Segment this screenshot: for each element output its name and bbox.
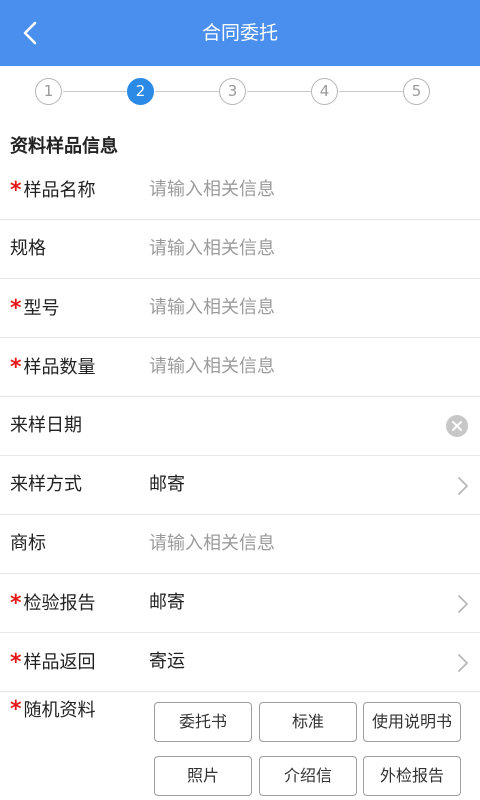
required-marker: * (10, 178, 22, 203)
step-connector (339, 91, 403, 92)
required-marker: * (10, 355, 22, 380)
field-label: * 检验报告 (10, 591, 96, 616)
spec-row: 规格 请输入相关信息 (0, 220, 480, 279)
field-label: * 样品数量 (10, 355, 96, 380)
spec-input[interactable]: 请输入相关信息 (149, 220, 275, 278)
step-4[interactable]: 4 (311, 78, 338, 105)
close-icon (452, 421, 462, 431)
field-label: * 样品名称 (10, 178, 96, 203)
field-label: 来样日期 (10, 415, 82, 436)
sample-return-row[interactable]: * 样品返回 寄运 (0, 633, 480, 692)
trademark-row: 商标 请输入相关信息 (0, 515, 480, 574)
arrival-date-row[interactable]: 来样日期 (0, 397, 480, 456)
attachment-option[interactable]: 使用说明书 (363, 702, 461, 742)
required-marker: * (10, 697, 22, 722)
field-label: 来样方式 (10, 474, 82, 495)
chevron-right-icon (458, 477, 468, 495)
step-1[interactable]: 1 (35, 78, 62, 105)
attachments-row: * 随机资料 委托书 标准 使用说明书 照片 介绍信 外检报告 (0, 690, 480, 800)
attachment-option[interactable]: 外检报告 (363, 756, 461, 796)
sample-return-select[interactable]: 寄运 (149, 633, 185, 691)
title-bar: 合同委托 (0, 0, 480, 66)
step-5[interactable]: 5 (403, 78, 430, 105)
section-title: 资料样品信息 (10, 136, 118, 157)
required-marker: * (10, 296, 22, 321)
arrival-method-row[interactable]: 来样方式 邮寄 (0, 456, 480, 515)
sample-quantity-row: * 样品数量 请输入相关信息 (0, 338, 480, 397)
field-label: * 随机资料 (10, 697, 96, 722)
arrival-method-select[interactable]: 邮寄 (149, 456, 185, 514)
sample-name-input[interactable]: 请输入相关信息 (149, 161, 275, 219)
clear-icon[interactable] (446, 415, 468, 437)
inspection-report-select[interactable]: 邮寄 (149, 574, 185, 632)
step-connector (247, 91, 311, 92)
step-2[interactable]: 2 (127, 78, 154, 105)
attachment-option[interactable]: 介绍信 (259, 756, 357, 796)
attachment-option[interactable]: 照片 (154, 756, 252, 796)
trademark-input[interactable]: 请输入相关信息 (149, 515, 275, 573)
attachment-option[interactable]: 标准 (259, 702, 357, 742)
step-3[interactable]: 3 (219, 78, 246, 105)
field-label: * 样品返回 (10, 650, 96, 675)
required-marker: * (10, 591, 22, 616)
sample-name-row: * 样品名称 请输入相关信息 (0, 161, 480, 220)
model-input[interactable]: 请输入相关信息 (149, 279, 275, 337)
step-connector (63, 91, 127, 92)
required-marker: * (10, 650, 22, 675)
page-title: 合同委托 (201, 22, 278, 44)
field-label: 商标 (10, 533, 46, 554)
field-label: * 型号 (10, 296, 60, 321)
step-connector (155, 91, 219, 92)
chevron-right-icon (458, 595, 468, 613)
attachment-option[interactable]: 委托书 (154, 702, 252, 742)
inspection-report-row[interactable]: * 检验报告 邮寄 (0, 574, 480, 633)
field-label: 规格 (10, 238, 46, 259)
step-indicator: 1 2 3 4 5 (0, 66, 480, 118)
sample-quantity-input[interactable]: 请输入相关信息 (149, 338, 275, 396)
model-row: * 型号 请输入相关信息 (0, 279, 480, 338)
chevron-right-icon (458, 654, 468, 672)
